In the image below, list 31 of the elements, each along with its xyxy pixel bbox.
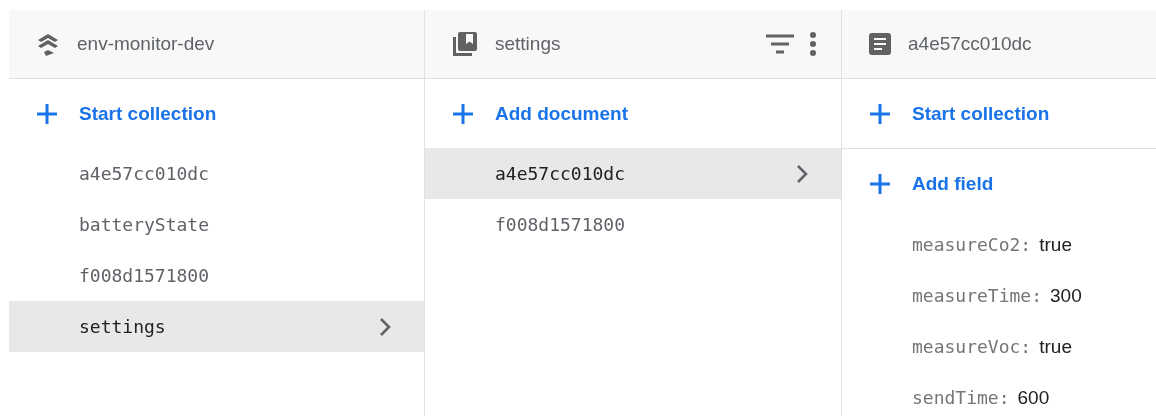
list-item[interactable]: f008d1571800	[9, 250, 424, 301]
filter-icon[interactable]	[765, 33, 795, 55]
panel-title: a4e57cc010dc	[908, 33, 1033, 55]
panel-title: env-monitor-dev	[77, 33, 216, 55]
field-key: measureCo2:	[912, 234, 1032, 255]
field-key: sendTime:	[912, 387, 1010, 408]
add-button[interactable]: Start collection	[842, 79, 1156, 149]
plus-icon	[35, 101, 59, 126]
add-field-button[interactable]: Add field	[842, 149, 1156, 219]
add-button[interactable]: Add document	[425, 79, 841, 148]
field-key: measureTime:	[912, 285, 1043, 306]
collection-icon	[451, 30, 479, 58]
plus-icon	[868, 172, 892, 196]
list-item[interactable]: settings	[9, 301, 424, 352]
list-item[interactable]: f008d1571800	[425, 199, 841, 250]
field-value: 600	[1017, 386, 1050, 409]
field-key: measureVoc:	[912, 336, 1032, 357]
list-item[interactable]: a4e57cc010dc	[425, 148, 841, 199]
field-value: 300	[1050, 284, 1082, 307]
plus-icon	[868, 101, 892, 126]
add-button[interactable]: Start collection	[9, 79, 424, 148]
document-icon	[868, 32, 892, 56]
chevron-right-icon	[378, 316, 392, 337]
field-value: true	[1039, 335, 1072, 358]
panel-title: settings	[495, 33, 562, 55]
chevron-right-icon	[795, 163, 809, 184]
list-item[interactable]: a4e57cc010dc	[9, 148, 424, 199]
more-menu-icon[interactable]	[809, 31, 817, 57]
field-value: true	[1039, 233, 1072, 256]
plus-icon	[451, 101, 475, 126]
list-item[interactable]: batteryState	[9, 199, 424, 250]
